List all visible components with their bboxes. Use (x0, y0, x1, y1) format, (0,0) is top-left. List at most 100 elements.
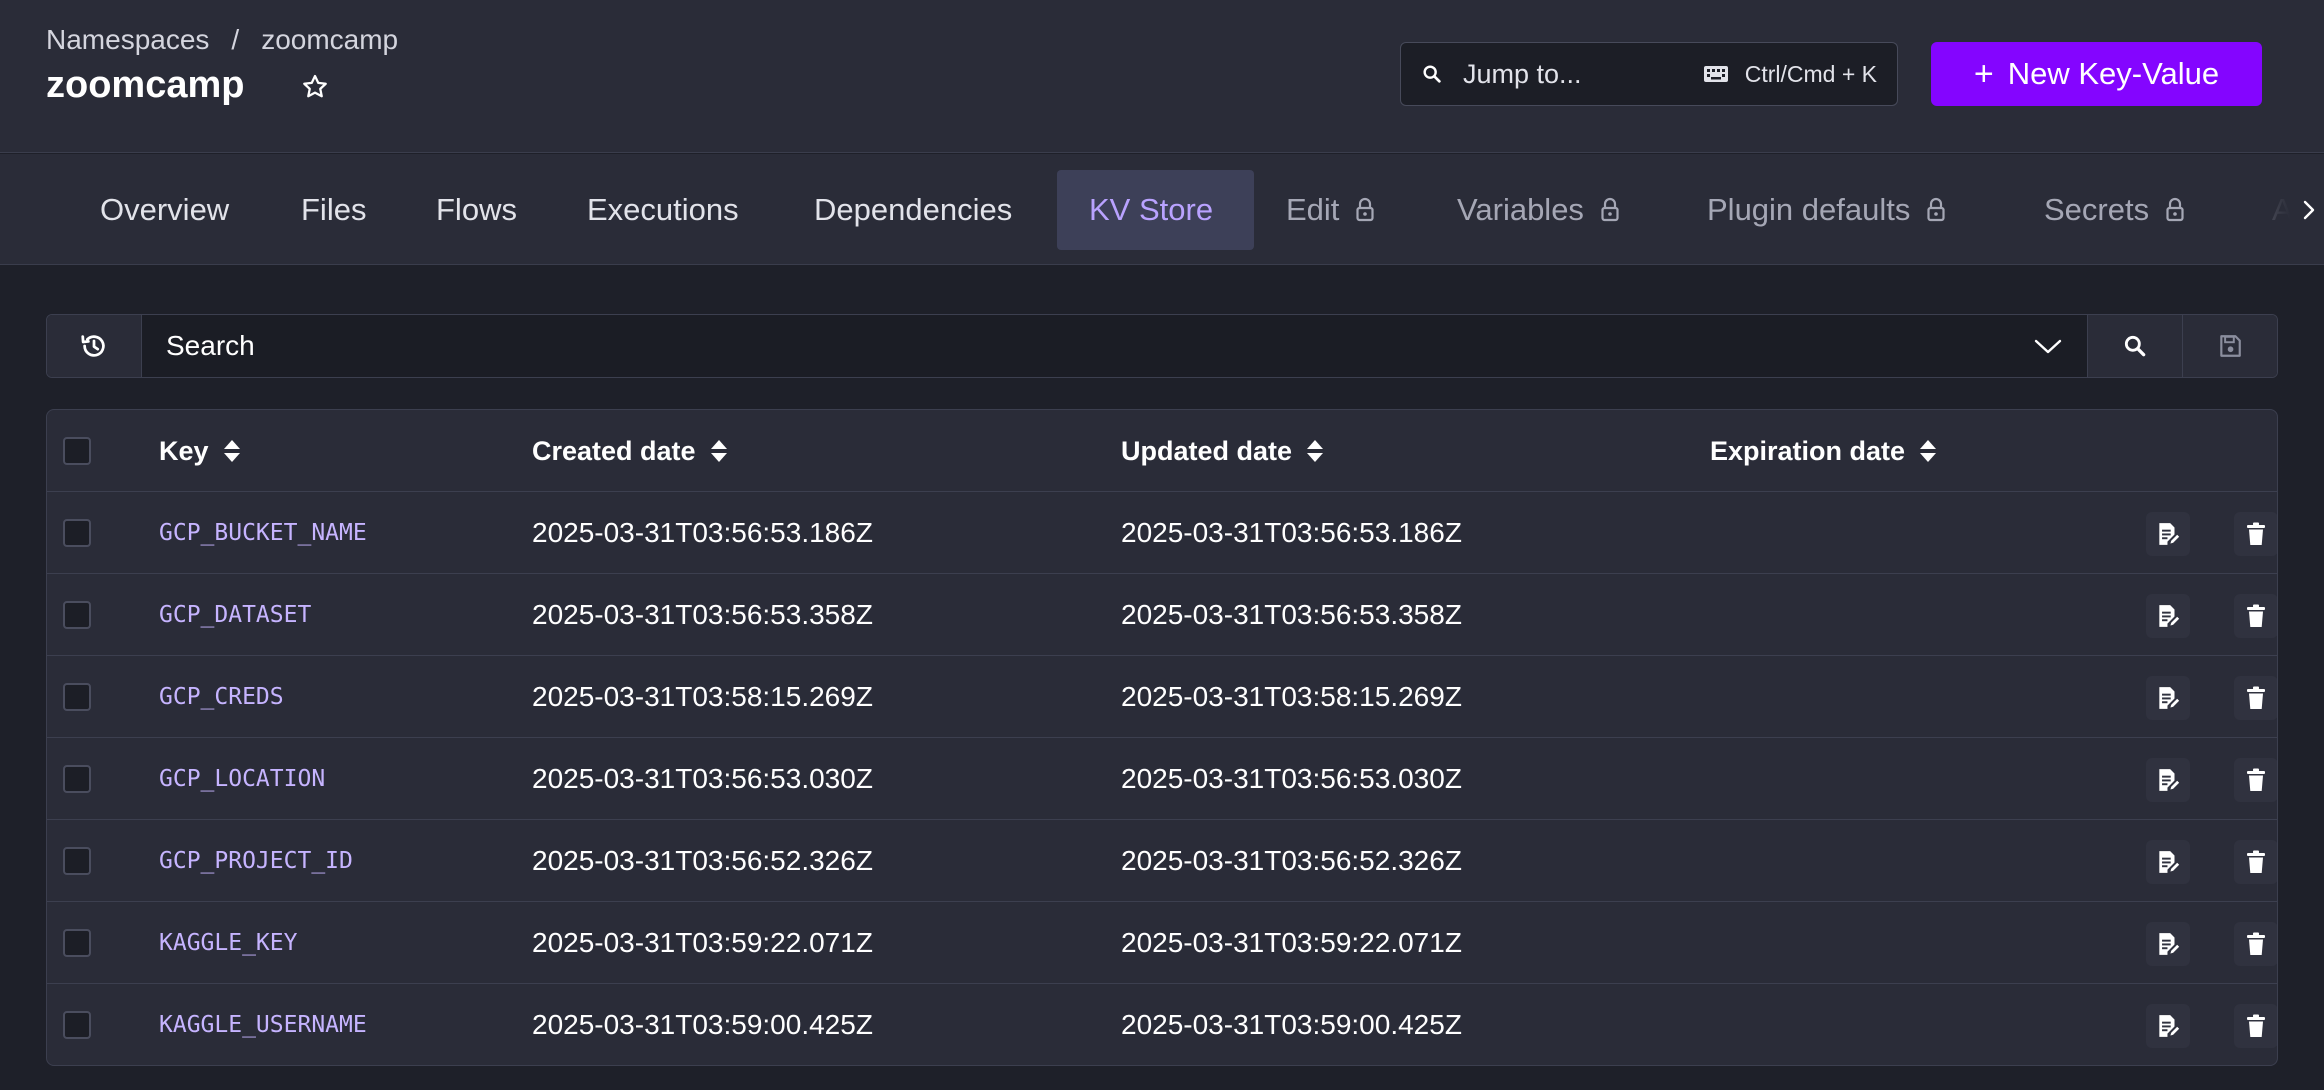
edit-button[interactable] (2146, 512, 2190, 556)
edit-button[interactable] (2146, 594, 2190, 638)
search-placeholder: Search (166, 330, 255, 361)
new-key-value-label: New Key-Value (2007, 56, 2220, 91)
lock-icon (1601, 197, 1619, 222)
row-checkbox[interactable] (63, 1011, 91, 1039)
row-key[interactable]: GCP_PROJECT_ID (159, 820, 353, 902)
delete-button[interactable] (2234, 512, 2277, 556)
namespace-tabs: Overview Files Flows Executions Dependen… (0, 154, 2324, 265)
column-header-expiration[interactable]: Expiration date (1710, 410, 1937, 492)
trash-icon (2247, 1014, 2265, 1037)
row-key[interactable]: KAGGLE_KEY (159, 902, 297, 984)
history-icon (81, 335, 105, 357)
delete-button[interactable] (2234, 676, 2277, 720)
row-updated-date: 2025-03-31T03:58:15.269Z (1121, 681, 1462, 712)
tab-plugin-defaults[interactable]: Plugin defaults (1675, 170, 1978, 250)
row-checkbox[interactable] (63, 601, 91, 629)
edit-button[interactable] (2146, 1004, 2190, 1048)
tabs-scroll-right[interactable] (2268, 188, 2324, 232)
delete-button[interactable] (2234, 922, 2277, 966)
edit-icon (2159, 851, 2181, 874)
search-input[interactable]: Search (142, 315, 2087, 377)
column-header-key[interactable]: Key (159, 410, 241, 492)
row-checkbox[interactable] (63, 929, 91, 957)
row-updated-date: 2025-03-31T03:56:52.326Z (1121, 845, 1462, 876)
tab-label: KV Store (1089, 192, 1214, 227)
row-key[interactable]: GCP_DATASET (159, 574, 311, 656)
breadcrumb: Namespaces / zoomcamp (46, 24, 398, 56)
sort-icon (710, 440, 727, 462)
row-key[interactable]: GCP_LOCATION (159, 738, 325, 820)
column-label: Created date (532, 435, 696, 466)
delete-button[interactable] (2234, 840, 2277, 884)
tab-variables[interactable]: Variables (1425, 170, 1652, 250)
delete-button[interactable] (2234, 1004, 2277, 1048)
tab-secrets[interactable]: Secrets (2012, 170, 2217, 250)
row-created-date: 2025-03-31T03:56:53.186Z (532, 517, 873, 548)
table-row: GCP_PROJECT_ID 2025-03-31T03:56:52.326Z … (47, 820, 2277, 902)
row-created-date: 2025-03-31T03:59:22.071Z (532, 927, 873, 958)
table-row: GCP_LOCATION 2025-03-31T03:56:53.030Z 20… (47, 738, 2277, 820)
column-header-created[interactable]: Created date (532, 410, 728, 492)
row-created-date: 2025-03-31T03:56:53.358Z (532, 599, 873, 630)
select-all-checkbox[interactable] (63, 437, 91, 465)
tab-label: Plugin defaults (1707, 192, 1911, 227)
tab-flows[interactable]: Flows (404, 170, 549, 250)
sort-icon (223, 440, 240, 462)
row-updated-date: 2025-03-31T03:59:22.071Z (1121, 927, 1462, 958)
table-row: GCP_BUCKET_NAME 2025-03-31T03:56:53.186Z… (47, 492, 2277, 574)
edit-button[interactable] (2146, 758, 2190, 802)
column-header-updated[interactable]: Updated date (1121, 410, 1324, 492)
tab-edit[interactable]: Edit (1254, 170, 1407, 250)
row-key[interactable]: KAGGLE_USERNAME (159, 984, 367, 1065)
tab-executions[interactable]: Executions (555, 170, 771, 250)
row-created-date: 2025-03-31T03:58:15.269Z (532, 681, 873, 712)
star-icon[interactable] (300, 72, 330, 102)
row-checkbox[interactable] (63, 519, 91, 547)
plus-icon: + (1973, 54, 1994, 93)
delete-button[interactable] (2234, 758, 2277, 802)
sort-icon (1307, 440, 1324, 462)
breadcrumb-separator: / (231, 24, 240, 55)
row-updated-date: 2025-03-31T03:56:53.358Z (1121, 599, 1462, 630)
row-updated-date: 2025-03-31T03:56:53.186Z (1121, 517, 1462, 548)
edit-button[interactable] (2146, 922, 2190, 966)
row-created-date: 2025-03-31T03:56:53.030Z (532, 763, 873, 794)
breadcrumb-namespaces[interactable]: Namespaces (46, 24, 209, 56)
edit-button[interactable] (2146, 840, 2190, 884)
chevron-right-icon (2303, 200, 2315, 220)
search-icon (1423, 65, 1441, 83)
top-header: Namespaces / zoomcamp zoomcamp Jump to..… (0, 0, 2324, 153)
row-checkbox[interactable] (63, 683, 91, 711)
search-history-button[interactable] (47, 315, 142, 377)
row-created-date: 2025-03-31T03:59:00.425Z (532, 1009, 873, 1040)
row-key[interactable]: GCP_BUCKET_NAME (159, 492, 367, 574)
trash-icon (2247, 850, 2265, 873)
table-row: GCP_DATASET 2025-03-31T03:56:53.358Z 202… (47, 574, 2277, 656)
row-checkbox[interactable] (63, 765, 91, 793)
delete-button[interactable] (2234, 594, 2277, 638)
search-submit-button[interactable] (2087, 315, 2182, 377)
edit-icon (2159, 1015, 2181, 1038)
tab-files[interactable]: Files (269, 170, 398, 250)
row-checkbox[interactable] (63, 847, 91, 875)
row-key[interactable]: GCP_CREDS (159, 656, 284, 738)
tab-dependencies[interactable]: Dependencies (782, 170, 1044, 250)
chevron-down-icon[interactable] (2033, 336, 2063, 356)
column-label: Expiration date (1710, 435, 1906, 466)
edit-icon (2159, 687, 2181, 710)
save-search-button[interactable] (2182, 315, 2277, 377)
lock-icon (1356, 197, 1375, 222)
breadcrumb-current[interactable]: zoomcamp (261, 24, 398, 56)
tab-overview[interactable]: Overview (68, 170, 261, 250)
column-label: Key (159, 435, 209, 466)
edit-icon (2159, 933, 2181, 956)
edit-button[interactable] (2146, 676, 2190, 720)
tab-label: Overview (100, 192, 230, 227)
tab-label: Variables (1457, 192, 1584, 227)
tab-label: Flows (436, 192, 517, 227)
tab-label: Edit (1286, 192, 1340, 227)
trash-icon (2247, 604, 2265, 627)
jump-to-search[interactable]: Jump to... Ctrl/Cmd + K (1400, 42, 1898, 106)
tab-kv-store[interactable]: KV Store (1057, 170, 1254, 250)
new-key-value-button[interactable]: + New Key-Value (1931, 42, 2262, 106)
